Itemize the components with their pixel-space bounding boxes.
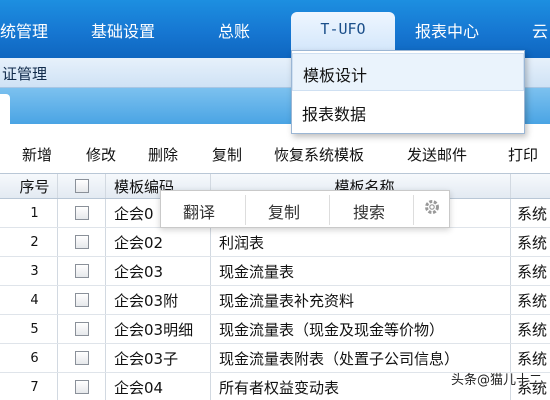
row-checkbox[interactable] [74, 235, 89, 249]
header-type[interactable] [511, 174, 550, 198]
row-type: 系统 [517, 262, 548, 281]
translate-button[interactable]: 翻译 [183, 199, 215, 223]
row-index: 3 [12, 257, 58, 285]
row-checkbox-cell [58, 228, 106, 256]
edit-button[interactable]: 修改 [86, 144, 116, 165]
row-name: 现金流量表（现金及现金等价物） [211, 315, 511, 343]
module-title: 证管理 [2, 65, 48, 83]
row-name: 现金流量表 [211, 257, 511, 285]
delete-button[interactable]: 删除 [148, 144, 178, 165]
row-name: 现金流量表补充资料 [211, 286, 511, 314]
row-checkbox[interactable] [74, 206, 89, 220]
row-checkbox-cell [58, 199, 106, 227]
menu-basic-settings[interactable]: 基础设置 [91, 18, 155, 42]
row-type: 系统 [517, 349, 548, 368]
table-row[interactable]: 4 企会03附 现金流量表补充资料 系统 [0, 286, 550, 315]
row-index: 1 [12, 199, 58, 227]
add-button[interactable]: 新增 [22, 144, 52, 165]
row-index: 4 [12, 286, 58, 314]
row-checkbox-cell [58, 373, 106, 400]
row-checkbox-cell [58, 344, 106, 372]
toolbar: 新增 修改 删除 复制 恢复系统模板 发送邮件 打印 [0, 136, 550, 172]
row-checkbox-cell [58, 315, 106, 343]
watermark: 头条@猫儿十二 [450, 373, 542, 388]
row-index: 2 [12, 228, 58, 256]
menu-item-template-design[interactable]: 模板设计 [292, 53, 524, 91]
row-code: 企会03明细 [106, 315, 211, 343]
menu-item-report-data[interactable]: 报表数据 [292, 93, 524, 131]
print-button[interactable]: 打印 [508, 144, 538, 165]
table-row[interactable]: 2 企会02 利润表 系统 [0, 228, 550, 257]
row-checkbox-cell [58, 286, 106, 314]
popup-copy-button[interactable]: 复制 [268, 199, 300, 223]
select-all-checkbox[interactable] [74, 179, 89, 193]
restore-system-template-button[interactable]: 恢复系统模板 [274, 144, 364, 165]
row-type: 系统 [517, 320, 548, 339]
row-checkbox[interactable] [74, 264, 89, 278]
row-type: 系统 [517, 291, 548, 310]
menu-report-center[interactable]: 报表中心 [415, 18, 479, 42]
popup-divider [245, 195, 246, 225]
t-ufo-dropdown-menu: 模板设计 报表数据 [291, 50, 525, 134]
gear-icon[interactable] [423, 198, 441, 220]
row-code: 企会03子 [106, 344, 211, 372]
copy-button[interactable]: 复制 [212, 144, 242, 165]
row-index: 6 [12, 344, 58, 372]
menu-system-management[interactable]: 统管理 [0, 18, 48, 42]
popup-divider [413, 195, 414, 225]
popup-divider [329, 195, 330, 225]
header-select-all [58, 174, 106, 198]
row-code: 企会04 [106, 373, 211, 400]
active-tab[interactable] [0, 94, 10, 124]
row-checkbox[interactable] [74, 293, 89, 307]
row-name: 现金流量表附表（处置子公司信息） [211, 344, 511, 372]
search-button[interactable]: 搜索 [353, 199, 385, 223]
row-code: 企会03附 [106, 286, 211, 314]
row-checkbox-cell [58, 257, 106, 285]
row-checkbox[interactable] [74, 351, 89, 365]
table-row[interactable]: 5 企会03明细 现金流量表（现金及现金等价物） 系统 [0, 315, 550, 344]
send-email-button[interactable]: 发送邮件 [407, 144, 467, 165]
row-index: 5 [12, 315, 58, 343]
menu-cloud[interactable]: 云 [532, 18, 548, 42]
row-checkbox[interactable] [74, 322, 89, 336]
header-index: 序号 [12, 174, 58, 198]
row-type: 系统 [517, 204, 548, 223]
row-index: 7 [12, 373, 58, 400]
menu-general-ledger[interactable]: 总账 [218, 18, 250, 42]
row-type: 系统 [517, 233, 548, 252]
table-row[interactable]: 3 企会03 现金流量表 系统 [0, 257, 550, 286]
row-name: 利润表 [211, 228, 511, 256]
row-code: 企会03 [106, 257, 211, 285]
row-checkbox[interactable] [74, 380, 89, 394]
text-selection-popup: 翻译 复制 搜索 [160, 190, 450, 228]
row-code: 企会02 [106, 228, 211, 256]
